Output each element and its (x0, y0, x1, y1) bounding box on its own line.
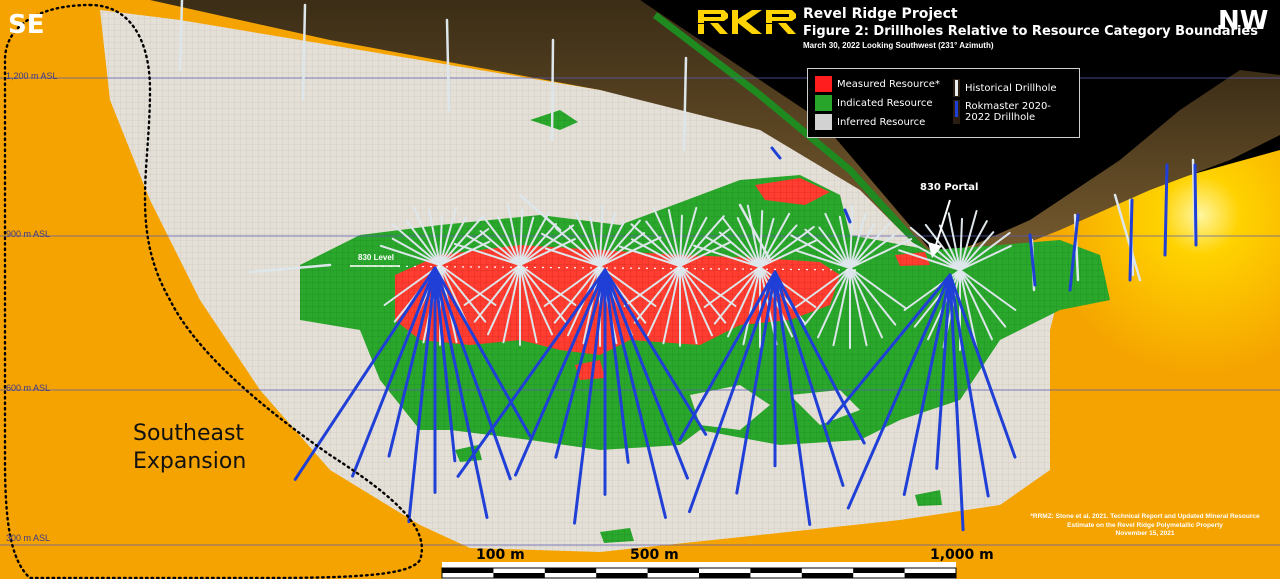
legend-swatch-measured (815, 76, 832, 92)
scale-bar-segment (493, 573, 545, 578)
reference-note: *RRMZ: Stone et al. 2021. Technical Repo… (1010, 513, 1280, 539)
elevation-label-1200: 1,200 m ASL (6, 71, 58, 81)
scale-bar-segment (647, 568, 699, 573)
figure-title: Figure 2: Drillholes Relative to Resourc… (803, 24, 1258, 39)
portal-label: 830 Portal (920, 182, 979, 193)
legend: Measured Resource* Indicated Resource In… (807, 68, 1080, 138)
scale-label-100: 100 m (476, 547, 525, 563)
elevation-label-300: 300 m ASL (6, 533, 51, 543)
historical-drillhole (550, 38, 555, 142)
scale-bar (441, 562, 957, 579)
legend-label: Rokmaster 2020-2022 Drillhole (965, 101, 1051, 123)
scale-bar-segment (544, 568, 597, 573)
legend-swatch-inferred (815, 114, 832, 130)
figure-canvas: SE NW 1,200 m ASL 900 m ASL 600 m ASL 30… (0, 0, 1280, 579)
scale-label-500: 500 m (630, 547, 679, 563)
scale-bar-segment (904, 573, 956, 578)
rokmaster-drillhole (1128, 198, 1134, 282)
scale-bar-segment (853, 568, 905, 573)
scale-bar-segment (442, 568, 494, 573)
level-label: 830 Level (358, 253, 395, 262)
southeast-expansion-label: Southeast Expansion (133, 420, 246, 476)
scale-label-1000: 1,000 m (930, 547, 994, 563)
scale-bar-segment (699, 573, 751, 578)
legend-item-indicated: Indicated Resource (815, 95, 933, 111)
legend-label: Inferred Resource (837, 116, 926, 128)
rokmaster-drillhole (1163, 163, 1169, 257)
reference-line3: November 15, 2021 (1115, 530, 1175, 537)
legend-label: Measured Resource* (837, 78, 940, 90)
elevation-label-600: 600 m ASL (6, 383, 51, 393)
date-and-view: March 30, 2022 Looking Southwest (231° A… (803, 41, 994, 50)
legend-item-rokmaster: Rokmaster 2020-2022 Drillhole (953, 100, 1075, 124)
scale-bar-segment (801, 573, 854, 578)
reference-line2: Estimate on the Revel Ridge Polymetallic… (1067, 521, 1223, 529)
rokmaster-drillhole (1193, 163, 1198, 247)
legend-item-historical: Historical Drillhole (953, 79, 1057, 97)
region-label-line1: Southeast (133, 421, 245, 446)
region-label-line2: Expansion (133, 449, 247, 474)
legend-item-inferred: Inferred Resource (815, 114, 925, 130)
rokmaster-drillhole-icon (953, 100, 960, 124)
elevation-label-900: 900 m ASL (6, 229, 51, 239)
reference-line1: *RRMZ: Stone et al. 2021. Technical Repo… (1030, 513, 1260, 520)
legend-swatch-indicated (815, 95, 832, 111)
scale-bar-segment (596, 573, 648, 578)
project-title: Revel Ridge Project (803, 6, 958, 22)
legend-label: Indicated Resource (837, 97, 933, 109)
legend-label: Historical Drillhole (965, 82, 1057, 94)
legend-item-measured: Measured Resource* (815, 76, 940, 92)
section-scene (0, 0, 1280, 579)
scale-bar-segment (750, 568, 802, 573)
corner-label-se: SE (8, 10, 45, 40)
historical-drillhole-icon (953, 79, 960, 97)
rkr-logo-icon (698, 10, 796, 34)
